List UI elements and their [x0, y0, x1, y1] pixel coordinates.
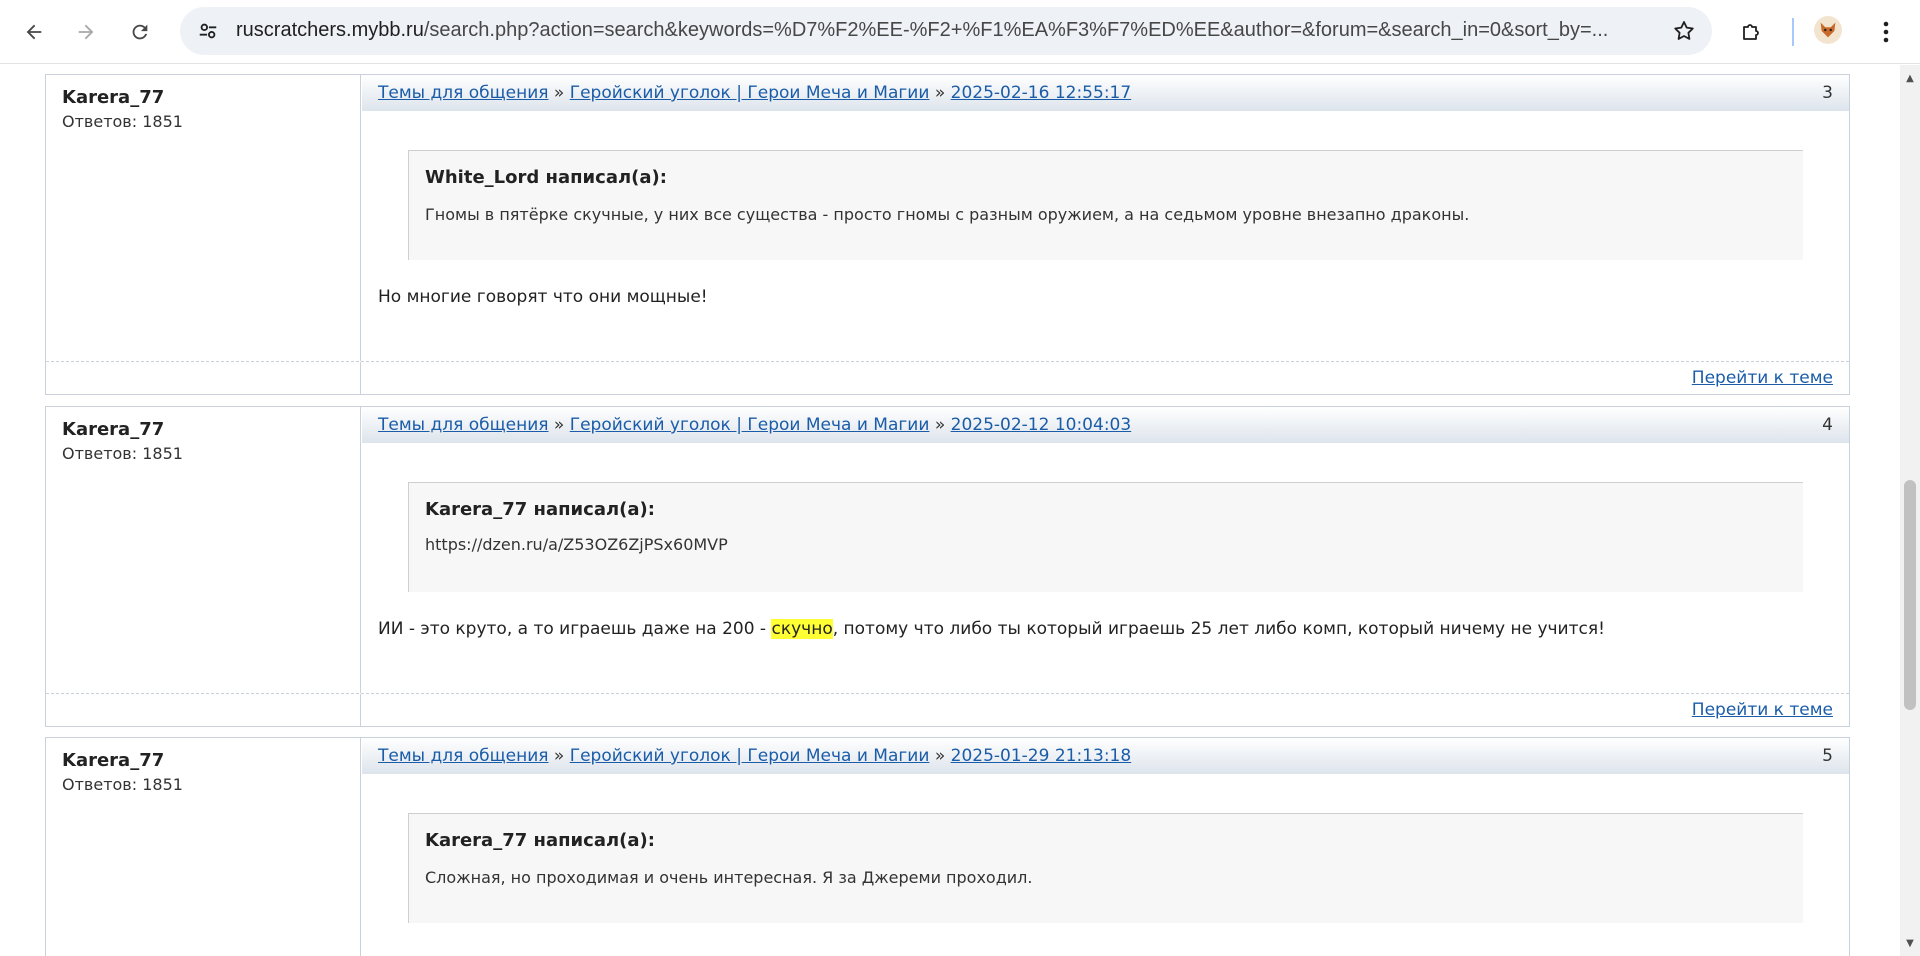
post-footer-left — [46, 362, 361, 395]
quote-text: Гномы в пятёрке скучные, у них все сущес… — [425, 205, 1470, 224]
post-body-text: , потому что либо ты который играешь 25 … — [832, 619, 1605, 639]
post-body: Но многие говорят что они мощные! — [378, 287, 708, 307]
search-result-post: Karera_77 Ответов: 1851 Темы для общения… — [45, 737, 1850, 956]
scroll-down-arrow-icon[interactable]: ▼ — [1900, 934, 1920, 952]
post-author-column: Karera_77 Ответов: 1851 — [46, 407, 361, 693]
post-number: 4 — [1822, 415, 1833, 435]
post-footer-left — [46, 694, 361, 727]
post-header: Темы для общения » Геройский уголок | Ге… — [362, 407, 1849, 443]
quote-author: White_Lord написал(а): — [425, 167, 667, 188]
post-quote: White_Lord написал(а): Гномы в пятёрке с… — [408, 150, 1803, 260]
address-bar[interactable]: ruscratchers.mybb.ru/search.php?action=s… — [180, 7, 1712, 55]
extensions-button[interactable] — [1732, 12, 1772, 52]
post-quote: Karera_77 написал(а): Сложная, но проход… — [408, 813, 1803, 923]
breadcrumb-topic-link[interactable]: Геройский уголок | Герои Меча и Магии — [570, 415, 930, 435]
post-footer: Перейти к теме — [46, 693, 1849, 727]
post-breadcrumb: Темы для общения » Геройский уголок | Ге… — [378, 415, 1131, 435]
goto-topic-link[interactable]: Перейти к теме — [1692, 368, 1833, 388]
search-result-post: Karera_77 Ответов: 1851 Темы для общения… — [45, 74, 1850, 395]
post-author-column: Karera_77 Ответов: 1851 — [46, 75, 361, 361]
search-result-post: Karera_77 Ответов: 1851 Темы для общения… — [45, 406, 1850, 727]
post-author-name[interactable]: Karera_77 — [62, 750, 164, 771]
post-author-replies: Ответов: 1851 — [62, 112, 183, 131]
breadcrumb-separator: » — [553, 746, 565, 766]
toolbar-divider — [1792, 18, 1794, 46]
star-icon — [1674, 21, 1694, 40]
post-header: Темы для общения » Геройский уголок | Ге… — [362, 738, 1849, 774]
breadcrumb-forum-link[interactable]: Темы для общения — [378, 415, 549, 435]
post-quote: Karera_77 написал(а): https://dzen.ru/a/… — [408, 482, 1803, 592]
back-button[interactable] — [14, 12, 54, 52]
post-footer: Перейти к теме — [46, 361, 1849, 395]
url-path: /search.php?action=search&keywords=%D7%F… — [423, 19, 1609, 41]
search-highlight: скучно — [771, 619, 833, 639]
breadcrumb-forum-link[interactable]: Темы для общения — [378, 746, 549, 766]
tune-icon — [199, 23, 217, 39]
scrollbar-thumb[interactable] — [1904, 480, 1916, 710]
page-viewport: Karera_77 Ответов: 1851 Темы для общения… — [0, 65, 1900, 956]
goto-topic-link[interactable]: Перейти к теме — [1692, 700, 1833, 720]
scroll-up-arrow-icon[interactable]: ▲ — [1900, 69, 1920, 87]
quote-text: https://dzen.ru/a/Z53OZ6ZjPSx60MVP — [425, 535, 728, 554]
post-body-text: ИИ - это круто, а то играешь даже на 200… — [378, 619, 772, 639]
post-author-name[interactable]: Karera_77 — [62, 87, 164, 108]
breadcrumb-separator: » — [553, 415, 565, 435]
post-number: 5 — [1822, 746, 1833, 766]
post-number: 3 — [1822, 83, 1833, 103]
profile-avatar[interactable] — [1814, 16, 1842, 44]
arrow-right-icon — [78, 24, 94, 40]
reload-button[interactable] — [120, 12, 160, 52]
post-date-link[interactable]: 2025-01-29 21:13:18 — [951, 746, 1132, 766]
post-author-name[interactable]: Karera_77 — [62, 419, 164, 440]
site-info-button[interactable] — [192, 15, 224, 47]
breadcrumb-separator: » — [553, 83, 565, 103]
browser-menu-button[interactable] — [1868, 12, 1904, 52]
page-scrollbar[interactable]: ▲ ▼ — [1900, 65, 1920, 956]
url-host: ruscratchers.mybb.ru — [236, 19, 424, 41]
quote-author: Karera_77 написал(а): — [425, 499, 655, 520]
post-breadcrumb: Темы для общения » Геройский уголок | Ге… — [378, 83, 1131, 103]
fox-avatar-icon — [1820, 22, 1836, 38]
post-header: Темы для общения » Геройский уголок | Ге… — [362, 75, 1849, 111]
arrow-left-icon — [26, 24, 42, 40]
quote-author: Karera_77 написал(а): — [425, 830, 655, 851]
breadcrumb-separator: » — [934, 83, 946, 103]
bookmark-button[interactable] — [1670, 17, 1698, 45]
puzzle-icon — [1743, 24, 1759, 40]
post-date-link[interactable]: 2025-02-12 10:04:03 — [951, 415, 1132, 435]
breadcrumb-topic-link[interactable]: Геройский уголок | Герои Меча и Магии — [570, 746, 930, 766]
post-author-replies: Ответов: 1851 — [62, 775, 183, 794]
more-vertical-icon — [1883, 21, 1889, 43]
quote-text: Сложная, но проходимая и очень интересна… — [425, 868, 1033, 887]
post-body-text: Но многие говорят что они мощные! — [378, 287, 708, 307]
post-date-link[interactable]: 2025-02-16 12:55:17 — [951, 83, 1132, 103]
forward-button[interactable] — [66, 12, 106, 52]
reload-icon — [132, 24, 148, 40]
post-author-replies: Ответов: 1851 — [62, 444, 183, 463]
breadcrumb-forum-link[interactable]: Темы для общения — [378, 83, 549, 103]
breadcrumb-separator: » — [934, 746, 946, 766]
post-breadcrumb: Темы для общения » Геройский уголок | Ге… — [378, 746, 1131, 766]
browser-toolbar: ruscratchers.mybb.ru/search.php?action=s… — [0, 0, 1920, 64]
url-text[interactable]: ruscratchers.mybb.ru/search.php?action=s… — [236, 19, 1636, 42]
breadcrumb-topic-link[interactable]: Геройский уголок | Герои Меча и Магии — [570, 83, 930, 103]
post-body: ИИ - это круто, а то играешь даже на 200… — [378, 619, 1605, 639]
post-author-column: Karera_77 Ответов: 1851 — [46, 738, 361, 956]
breadcrumb-separator: » — [934, 415, 946, 435]
